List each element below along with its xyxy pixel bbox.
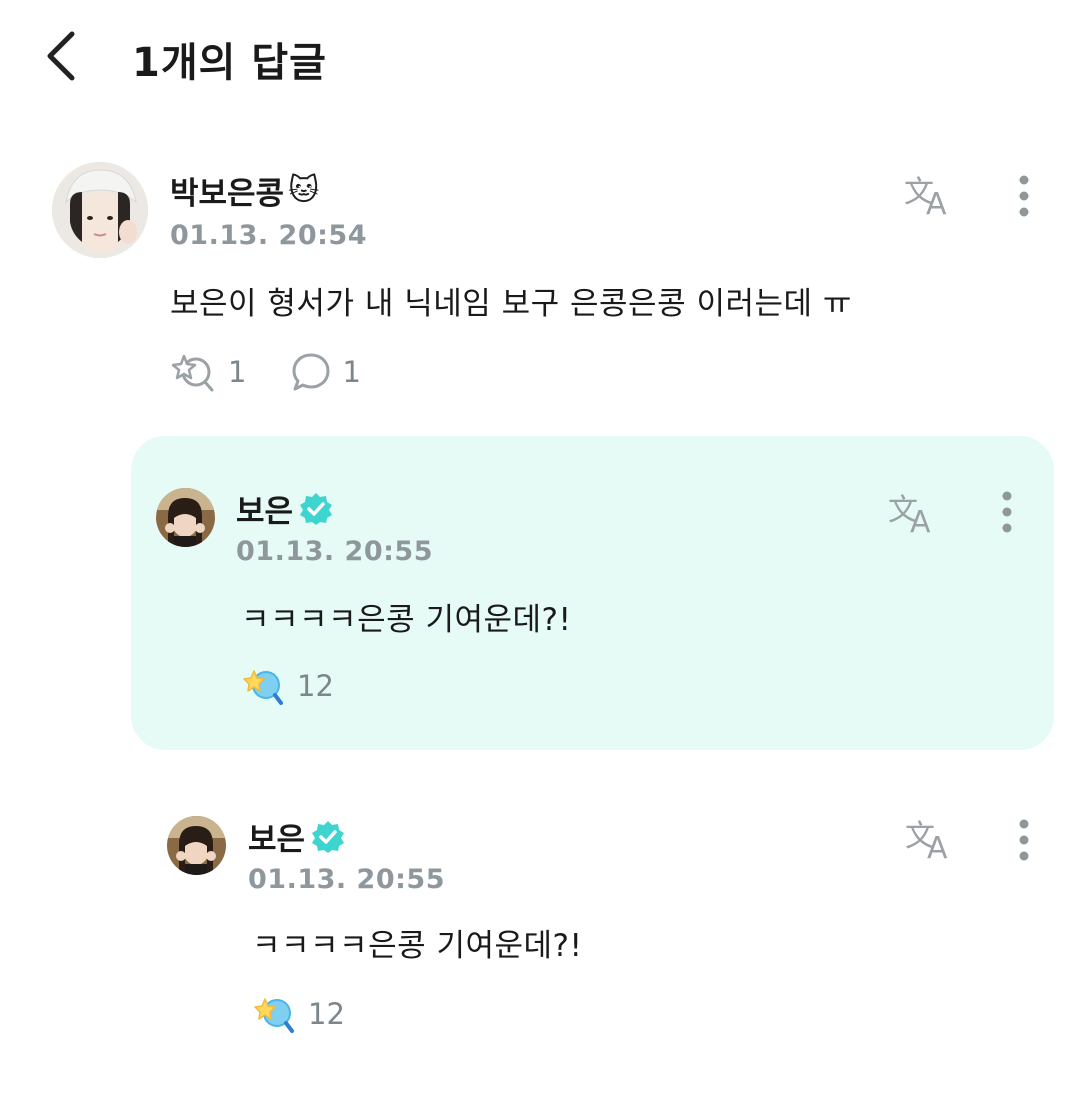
comment-text: ㅋㅋㅋㅋ은콩 기여운데?! <box>241 602 572 638</box>
svg-text:A: A <box>926 187 947 218</box>
like-button[interactable]: 1 <box>170 350 246 394</box>
reply: 보은 01.13. 20:55 ㅋㅋㅋㅋ은콩 기여운데?! 文 A 12 <box>0 780 1080 1080</box>
timestamp: 01.13. 20:55 <box>248 864 446 895</box>
speech-bubble-icon <box>292 353 330 391</box>
username-row: 보은 <box>248 814 345 859</box>
like-button[interactable]: 12 <box>241 664 334 708</box>
svg-text:A: A <box>910 505 931 536</box>
username[interactable]: 보은 <box>248 814 305 859</box>
parent-comment: 박보은콩 🐱 01.13. 20:54 보은이 형서가 내 닉네임 보구 은콩은… <box>0 0 1080 420</box>
comment-text: ㅋㅋㅋㅋ은콩 기여운데?! <box>252 928 583 964</box>
like-count: 12 <box>297 669 334 703</box>
comment-actions: 12 <box>241 664 378 708</box>
comment-text: 보은이 형서가 내 닉네임 보구 은콩은콩 이러는데 ㅠ <box>170 286 852 322</box>
cat-face-icon: 🐱 <box>288 172 320 208</box>
sparkle-like-filled-icon <box>243 670 283 705</box>
translate-button[interactable]: 文 A <box>903 814 959 866</box>
reply-count: 1 <box>342 355 361 389</box>
highlighted-reply: 보은 01.13. 20:55 ㅋㅋㅋㅋ은콩 기여운데?! 文 A 12 <box>131 436 1054 750</box>
sparkle-like-outline-icon <box>171 354 214 392</box>
like-count: 12 <box>308 997 345 1031</box>
timestamp: 01.13. 20:55 <box>236 536 434 567</box>
username[interactable]: 보은 <box>236 486 293 531</box>
translate-button[interactable]: 文 A <box>886 488 942 540</box>
translate-icon: 文 A <box>904 175 947 222</box>
sparkle-like-filled-icon <box>254 998 294 1033</box>
more-options-button[interactable] <box>1014 816 1034 864</box>
username-row: 보은 <box>236 486 333 531</box>
translate-icon: 文 A <box>888 493 931 540</box>
like-count: 1 <box>228 355 247 389</box>
translate-button[interactable]: 文 A <box>902 170 958 222</box>
reply-thread-screen: 1개의 답글 박보은콩 🐱 01.13. 20:54 보은이 형서가 내 닉네임… <box>0 0 1080 1120</box>
verified-badge-icon <box>312 820 345 853</box>
like-button[interactable]: 12 <box>252 992 345 1036</box>
svg-text:A: A <box>927 831 948 862</box>
username[interactable]: 박보은콩 <box>170 168 284 213</box>
vertical-dots-icon <box>1002 491 1012 533</box>
avatar[interactable] <box>156 488 215 547</box>
avatar[interactable] <box>167 816 226 875</box>
profile-photo <box>52 162 148 258</box>
verified-badge-icon <box>300 492 333 525</box>
comment-actions: 12 <box>252 992 389 1036</box>
comment-actions: 1 1 <box>170 350 405 394</box>
timestamp: 01.13. 20:54 <box>170 220 368 251</box>
vertical-dots-icon <box>1019 175 1029 217</box>
profile-photo <box>156 488 215 547</box>
more-options-button[interactable] <box>997 488 1017 536</box>
more-options-button[interactable] <box>1014 172 1034 220</box>
translate-icon: 文 A <box>905 819 948 866</box>
username-row: 박보은콩 🐱 <box>170 168 319 213</box>
vertical-dots-icon <box>1019 819 1029 861</box>
profile-photo <box>167 816 226 875</box>
reply-button[interactable]: 1 <box>290 351 361 393</box>
avatar[interactable] <box>52 162 148 258</box>
